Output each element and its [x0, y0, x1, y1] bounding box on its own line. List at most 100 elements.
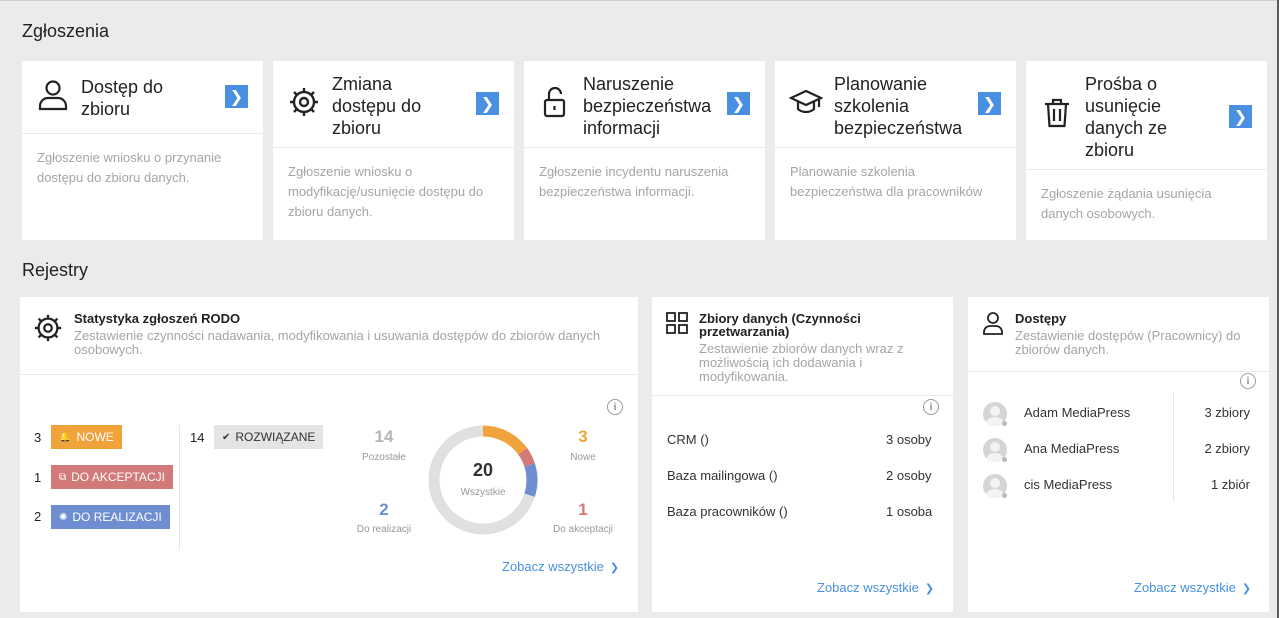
user-name[interactable]: Ana MediaPress [1024, 441, 1119, 456]
status-dot [1002, 457, 1007, 462]
tile-arrow-button[interactable]: ❯ [1229, 105, 1252, 128]
chevron-right-icon: ❯ [1241, 583, 1252, 595]
spinner-icon: ✺ [59, 511, 68, 523]
tile-description: Zgłoszenie incydentu naruszenia bezpiecz… [539, 164, 729, 199]
check-icon: ✔ [222, 431, 231, 443]
stats-card: Statystyka zgłoszeń RODO Zestawienie czy… [20, 297, 638, 612]
zbior-count: 1 osoba [886, 504, 933, 519]
stats-header: Statystyka zgłoszeń RODO Zestawienie czy… [20, 297, 638, 375]
chevron-right-icon: ❯ [480, 95, 495, 113]
info-icon[interactable]: i [1240, 373, 1256, 389]
trash-icon [1040, 96, 1074, 130]
tile-description: Zgłoszenie żądania usunięcia danych osob… [1041, 186, 1212, 221]
tile-header: Naruszenie bezpieczeństwa informacji ❯ [524, 61, 765, 148]
top-border [0, 0, 1279, 1]
dostepy-title: Dostępy [1015, 311, 1067, 326]
tile-description: Planowanie szkolenia bezpieczeństwa dla … [790, 164, 983, 199]
gear-icon [287, 85, 321, 119]
bell-icon: 🔔 [59, 431, 72, 443]
dostepy-subtitle: Zestawienie dostępów (Pracownicy) do zbi… [1015, 328, 1241, 357]
zbiory-title: Zbiory danych (Czynności przetwarzania) [699, 311, 861, 339]
badge-do-akceptacji[interactable]: ⧉ DO AKCEPTACJI [51, 465, 173, 489]
grid-icon [666, 312, 688, 334]
zbiory-header: Zbiory danych (Czynności przetwarzania) … [652, 297, 953, 396]
badge-label: DO AKCEPTACJI [71, 470, 165, 484]
stat-nowe-label: Nowe [570, 452, 596, 463]
badge-label: NOWE [76, 430, 114, 444]
tile-dostep-do-zbioru[interactable]: Dostęp do zbioru ❯ Zgłoszenie wniosku o … [22, 61, 263, 240]
tile-title: Planowanie szkolenia bezpieczeństwa [834, 74, 963, 138]
info-icon[interactable]: i [923, 399, 939, 415]
user-name[interactable]: Adam MediaPress [1024, 405, 1130, 420]
stat-pozostale-label: Pozostałe [362, 452, 406, 463]
status-dot [1002, 421, 1007, 426]
chevron-right-icon: ❯ [924, 583, 935, 595]
chevron-right-icon: ❯ [229, 88, 244, 106]
status-dot [1002, 493, 1007, 498]
tile-zmiana-dostepu[interactable]: Zmiana dostępu do zbioru ❯ Zgłoszenie wn… [273, 61, 514, 240]
tile-title: Dostęp do zbioru [81, 77, 164, 119]
donut-total: 20 [472, 460, 494, 480]
user-name[interactable]: cis MediaPress [1024, 477, 1112, 492]
count-do-akceptacji: 1 [34, 470, 42, 485]
user-icon [982, 311, 1004, 335]
stat-do-realizacji-label: Do realizacji [356, 524, 412, 535]
tile-header: Zmiana dostępu do zbioru ❯ [273, 61, 514, 148]
user-count: 2 zbiory [1204, 441, 1250, 456]
stat-pozostale-num: 14 [374, 427, 394, 446]
user-count: 3 zbiory [1204, 405, 1250, 420]
stats-subtitle: Zestawienie czynności nadawania, modyfik… [74, 328, 601, 357]
chevron-right-icon: ❯ [1233, 108, 1248, 126]
stat-nowe-num: 3 [578, 427, 588, 446]
section-title-zgloszenia: Zgłoszenia [22, 21, 110, 41]
link-label: Zobacz wszystkie [502, 559, 604, 574]
zbiory-card: Zbiory danych (Czynności przetwarzania) … [652, 297, 953, 612]
stats-title: Statystyka zgłoszeń RODO [74, 311, 241, 326]
stat-do-akceptacji-num: 1 [578, 500, 588, 519]
chevron-right-icon: ❯ [982, 95, 997, 113]
unlock-icon [538, 85, 572, 119]
zbiory-see-all-link[interactable]: Zobacz wszystkie ❯ [817, 580, 934, 595]
stat-do-akceptacji-label: Do akceptacji [552, 524, 614, 535]
chevron-right-icon: ❯ [609, 562, 620, 574]
stat-do-realizacji-num: 2 [379, 500, 389, 519]
stats-see-all-link[interactable]: Zobacz wszystkie ❯ [502, 559, 619, 574]
zbior-name[interactable]: Baza mailingowa () [667, 468, 778, 483]
tile-header: Dostęp do zbioru ❯ [22, 61, 263, 134]
tile-title: Naruszenie bezpieczeństwa informacji [583, 74, 712, 138]
tile-arrow-button[interactable]: ❯ [978, 92, 1001, 115]
dostepy-see-all-link[interactable]: Zobacz wszystkie ❯ [1134, 580, 1251, 595]
badge-nowe[interactable]: 🔔 NOWE [51, 425, 122, 449]
tile-header: Planowanie szkolenia bezpieczeństwa ❯ [775, 61, 1016, 148]
tile-naruszenie[interactable]: Naruszenie bezpieczeństwa informacji ❯ Z… [524, 61, 765, 240]
zbior-name[interactable]: Baza pracowników () [667, 504, 788, 519]
tile-title: Prośba o usunięcie danych ze zbioru [1085, 74, 1168, 160]
link-label: Zobacz wszystkie [817, 580, 919, 595]
zbior-count: 3 osoby [886, 432, 932, 447]
badge-do-realizacji[interactable]: ✺ DO REALIZACJI [51, 505, 170, 529]
tile-description: Zgłoszenie wniosku o modyfikację/usunięc… [288, 164, 484, 219]
graduation-cap-icon [788, 85, 824, 119]
dostepy-header: Dostępy Zestawienie dostępów (Pracownicy… [968, 297, 1269, 372]
badge-label: ROZWIĄZANE [235, 430, 316, 444]
tile-arrow-button[interactable]: ❯ [476, 92, 499, 115]
user-icon [36, 78, 70, 112]
zbior-name[interactable]: CRM () [667, 432, 709, 447]
tile-header: Prośba o usunięcie danych ze zbioru ❯ [1026, 61, 1267, 170]
zbiory-subtitle: Zestawienie zbiorów danych wraz z możliw… [699, 341, 904, 384]
tile-arrow-button[interactable]: ❯ [727, 92, 750, 115]
badge-rozwiazane[interactable]: ✔ ROZWIĄZANE [214, 425, 324, 449]
section-title-rejestry: Rejestry [22, 260, 89, 280]
count-do-realizacji: 2 [34, 509, 42, 524]
donut-total-label: Wszystkie [460, 487, 506, 498]
tile-title: Zmiana dostępu do zbioru [332, 74, 422, 138]
tile-arrow-button[interactable]: ❯ [225, 85, 248, 108]
count-rozwiazane: 14 [190, 430, 205, 445]
chevron-right-icon: ❯ [731, 95, 746, 113]
tile-prosba-o-usuniecie[interactable]: Prośba o usunięcie danych ze zbioru ❯ Zg… [1026, 61, 1267, 240]
count-nowe: 3 [34, 430, 42, 445]
user-count: 1 zbiór [1210, 477, 1250, 492]
zbior-count: 2 osoby [886, 468, 932, 483]
info-icon[interactable]: i [607, 399, 623, 415]
tile-planowanie-szkolenia[interactable]: Planowanie szkolenia bezpieczeństwa ❯ Pl… [775, 61, 1016, 240]
